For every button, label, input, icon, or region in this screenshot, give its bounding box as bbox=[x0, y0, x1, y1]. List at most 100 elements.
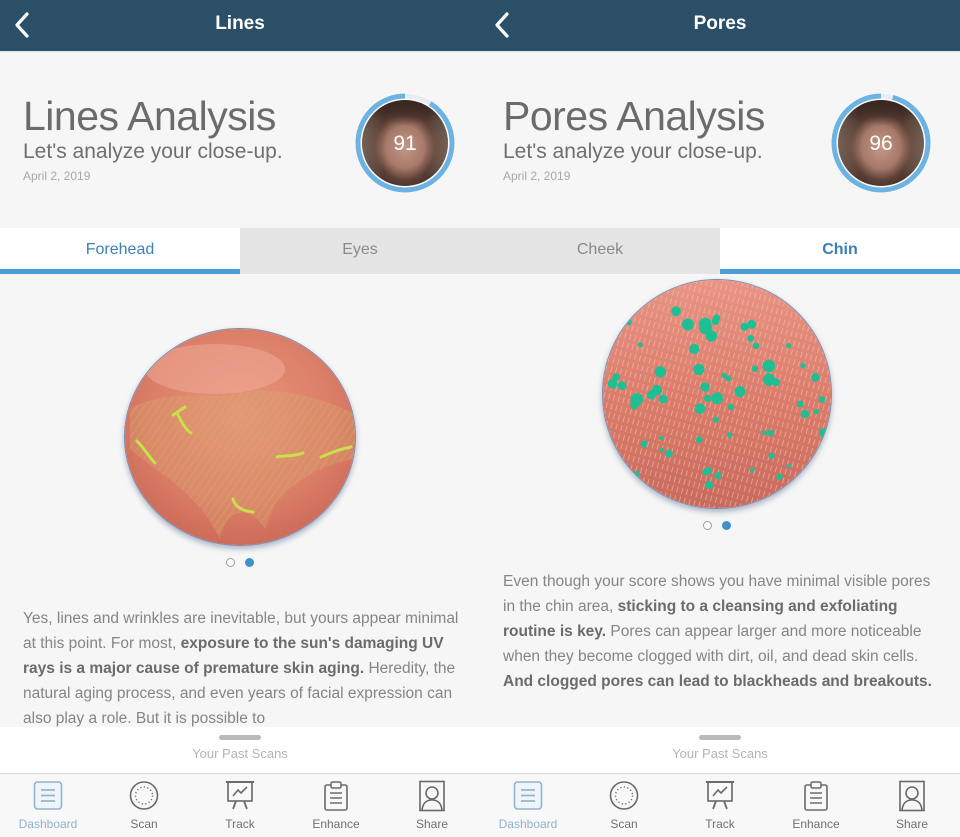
active-tab-indicator bbox=[0, 269, 240, 274]
pore-marker bbox=[659, 447, 664, 452]
pore-marker bbox=[617, 381, 627, 390]
enhance-icon bbox=[804, 781, 828, 811]
scan-icon bbox=[129, 781, 159, 810]
tab-label: Eyes bbox=[342, 241, 378, 258]
tab-label: Chin bbox=[822, 241, 858, 258]
pore-marker bbox=[671, 306, 681, 317]
carousel-dot-active[interactable] bbox=[722, 521, 731, 530]
carousel-dot[interactable] bbox=[226, 558, 235, 567]
pore-marker bbox=[698, 317, 712, 331]
dashboard-icon bbox=[513, 781, 543, 810]
body-emphasis: And clogged pores can lead to blackheads… bbox=[503, 673, 932, 690]
pore-marker bbox=[747, 319, 757, 329]
tab-track[interactable]: Track bbox=[672, 774, 768, 837]
pore-marker bbox=[727, 403, 735, 411]
tab-cheek[interactable]: Cheek bbox=[480, 228, 720, 274]
tab-label: Scan bbox=[130, 817, 158, 831]
pore-marker bbox=[714, 472, 722, 480]
pore-marker bbox=[752, 342, 760, 349]
nav-title: Lines bbox=[215, 13, 265, 34]
tab-dashboard[interactable]: Dashboard bbox=[480, 774, 576, 837]
pore-marker bbox=[796, 400, 804, 408]
analysis-title: Lines Analysis bbox=[23, 93, 276, 139]
lines-screen: Lines Lines Analysis Let's analyze your … bbox=[0, 0, 480, 837]
pore-marker bbox=[659, 436, 664, 441]
tab-dashboard[interactable]: Dashboard bbox=[0, 774, 96, 837]
pore-marker bbox=[776, 473, 783, 481]
tab-eyes[interactable]: Eyes bbox=[240, 228, 480, 274]
pore-marker bbox=[767, 429, 775, 437]
tab-chin[interactable]: Chin bbox=[720, 228, 960, 274]
score-badge[interactable]: 91 bbox=[352, 90, 458, 196]
pores-closeup-image bbox=[602, 279, 832, 509]
tab-label: Cheek bbox=[576, 241, 624, 258]
pore-marker bbox=[740, 322, 749, 331]
tab-enhance[interactable]: Enhance bbox=[288, 774, 384, 837]
tab-track[interactable]: Track bbox=[192, 774, 288, 837]
pore-marker bbox=[625, 476, 631, 482]
tab-label: Enhance bbox=[792, 817, 840, 831]
tab-forehead[interactable]: Forehead bbox=[0, 228, 240, 274]
pore-marker bbox=[705, 330, 718, 342]
pore-marker bbox=[637, 342, 643, 348]
tab-label: Share bbox=[895, 817, 929, 831]
carousel-indicator bbox=[226, 558, 254, 567]
pore-marker bbox=[800, 409, 810, 419]
past-scans-sheet[interactable]: Your Past Scans bbox=[0, 727, 480, 773]
pore-marker bbox=[813, 409, 819, 415]
pore-marker bbox=[617, 476, 626, 485]
enhance-icon bbox=[324, 781, 348, 811]
tab-enhance[interactable]: Enhance bbox=[768, 774, 864, 837]
pore-marker bbox=[820, 433, 826, 439]
tab-scan[interactable]: Scan bbox=[576, 774, 672, 837]
pore-marker bbox=[800, 363, 806, 369]
dashboard-icon bbox=[33, 781, 63, 810]
analysis-subtitle: Let's analyze your close-up. bbox=[23, 140, 283, 163]
pore-marker bbox=[705, 481, 714, 489]
pore-marker bbox=[625, 319, 632, 326]
carousel-indicator bbox=[703, 521, 731, 530]
tab-label: Dashboard bbox=[18, 817, 78, 831]
pore-marker bbox=[681, 318, 694, 331]
drag-handle[interactable] bbox=[219, 735, 261, 740]
tab-scan[interactable]: Scan bbox=[96, 774, 192, 837]
tab-label: Forehead bbox=[85, 241, 155, 258]
tab-label: Enhance bbox=[312, 817, 360, 831]
pore-marker bbox=[609, 449, 616, 455]
score-value: 96 bbox=[869, 132, 893, 155]
carousel-dot-active[interactable] bbox=[245, 558, 254, 567]
analysis-subtitle: Let's analyze your close-up. bbox=[503, 140, 763, 163]
tab-share[interactable]: Share bbox=[864, 774, 960, 837]
past-scans-label: Your Past Scans bbox=[192, 746, 288, 761]
pore-marker bbox=[623, 304, 634, 314]
pore-marker bbox=[811, 373, 820, 382]
pore-marker bbox=[654, 366, 666, 378]
pore-marker bbox=[762, 373, 776, 386]
pore-marker bbox=[761, 430, 767, 436]
tab-label: Share bbox=[415, 817, 449, 831]
pore-marker bbox=[712, 416, 719, 423]
pore-marker bbox=[786, 343, 792, 349]
drag-handle[interactable] bbox=[699, 735, 741, 740]
share-icon bbox=[899, 780, 925, 812]
bottom-tab-bar: Dashboard Scan Track Enhance Share bbox=[480, 773, 960, 837]
pore-marker bbox=[751, 365, 758, 372]
area-tabs: Cheek Chin bbox=[480, 228, 960, 274]
pore-marker bbox=[786, 463, 791, 468]
score-badge[interactable]: 96 bbox=[828, 90, 934, 196]
tab-share[interactable]: Share bbox=[384, 774, 480, 837]
pore-marker bbox=[711, 392, 723, 405]
pore-marker bbox=[703, 394, 712, 402]
past-scans-sheet[interactable]: Your Past Scans bbox=[480, 727, 960, 773]
area-tabs: Forehead Eyes bbox=[0, 228, 480, 274]
track-icon bbox=[226, 781, 254, 810]
active-tab-indicator bbox=[720, 269, 960, 274]
pore-marker bbox=[762, 359, 776, 373]
carousel-dot[interactable] bbox=[703, 521, 712, 530]
pore-marker bbox=[694, 403, 706, 414]
pore-marker bbox=[818, 396, 826, 403]
track-icon bbox=[706, 781, 734, 810]
pore-marker bbox=[700, 382, 710, 392]
pore-marker bbox=[727, 432, 733, 438]
pore-marker bbox=[749, 467, 755, 473]
